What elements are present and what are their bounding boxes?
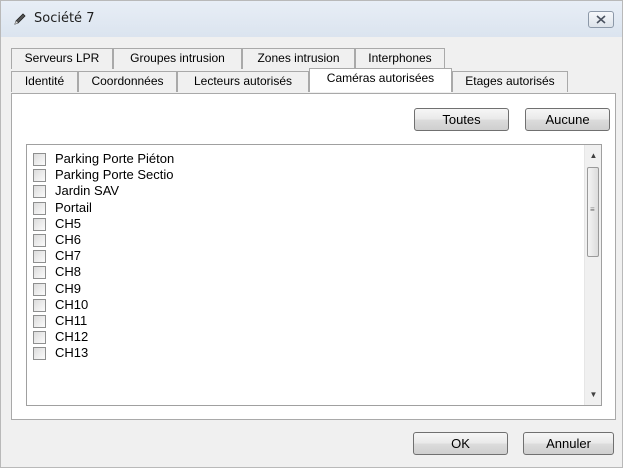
tab-label: Interphones [368, 51, 432, 65]
tab-label: Groupes intrusion [130, 51, 225, 65]
camera-checkbox[interactable] [33, 331, 46, 345]
tab-zones-intrusion[interactable]: Zones intrusion [242, 48, 355, 69]
close-button[interactable] [588, 11, 614, 28]
tab-label: Coordonnées [91, 74, 164, 88]
camera-list-item[interactable]: CH8 [27, 264, 587, 280]
window-title: Société 7 [34, 11, 95, 26]
grip-icon: ≡ [590, 205, 595, 214]
tab-label: Lecteurs autorisés [193, 74, 293, 88]
cameras-checklist[interactable]: Parking Porte Piéton Parking Porte Sectio… [26, 144, 602, 406]
tab-interphones[interactable]: Interphones [355, 48, 445, 69]
camera-checkbox[interactable] [33, 266, 46, 280]
camera-list-item[interactable]: CH12 [27, 329, 587, 345]
camera-list-item[interactable]: CH5 [27, 216, 587, 232]
camera-label: Parking Porte Piéton [55, 151, 175, 166]
camera-list-item[interactable]: Parking Porte Sectio [27, 167, 587, 183]
ok-button[interactable]: OK [413, 432, 508, 455]
vertical-scrollbar[interactable]: ▲ ≡ ▼ [584, 145, 601, 405]
camera-list-item[interactable]: CH10 [27, 297, 587, 313]
camera-label: CH8 [55, 264, 82, 280]
camera-label: CH9 [55, 280, 82, 296]
camera-checkbox[interactable] [33, 347, 46, 361]
tab-coordonnees[interactable]: Coordonnées [78, 71, 177, 92]
camera-list-item[interactable]: CH13 [27, 345, 587, 361]
tab-lecteurs-autorises[interactable]: Lecteurs autorisés [177, 71, 309, 92]
camera-list-item[interactable]: CH7 [27, 248, 587, 264]
select-all-button[interactable]: Toutes [414, 108, 509, 131]
camera-label: CH6 [55, 231, 82, 247]
camera-label: Parking Porte Sectio [55, 167, 174, 183]
camera-checkbox[interactable] [33, 282, 46, 296]
camera-label: CH12 [55, 329, 89, 345]
camera-label: CH13 [55, 345, 89, 361]
pencil-icon [13, 12, 27, 26]
camera-list-item[interactable]: CH9 [27, 281, 587, 297]
camera-checkbox[interactable] [33, 314, 46, 328]
camera-label: CH11 [55, 312, 88, 328]
tab-label: Caméras autorisées [326, 71, 435, 85]
societe-dialog: Société 7 Serveurs LPR Groupes intrusion… [0, 0, 623, 468]
camera-checkbox[interactable] [33, 185, 46, 199]
camera-label: Portail [55, 199, 92, 215]
tab-serveurs-lpr[interactable]: Serveurs LPR [11, 48, 113, 69]
scroll-down-arrow-icon[interactable]: ▼ [585, 386, 601, 403]
camera-label: CH7 [55, 248, 82, 264]
camera-label: CH5 [55, 215, 82, 231]
tab-identite[interactable]: Identité [11, 71, 78, 92]
scroll-up-arrow-icon[interactable]: ▲ [585, 147, 601, 164]
tab-groupes-intrusion[interactable]: Groupes intrusion [113, 48, 242, 69]
select-none-button[interactable]: Aucune [525, 108, 610, 131]
camera-checkbox[interactable] [33, 169, 46, 183]
tab-label: Etages autorisés [465, 74, 555, 88]
tab-label: Zones intrusion [257, 51, 340, 65]
camera-checkbox[interactable] [33, 217, 46, 231]
camera-checkbox[interactable] [33, 298, 46, 312]
camera-list-item[interactable]: CH11 [27, 313, 587, 329]
camera-list-item[interactable]: Parking Porte Piéton [27, 151, 587, 167]
tab-label: Serveurs LPR [24, 51, 100, 65]
tab-etages-autorises[interactable]: Etages autorisés [452, 71, 568, 92]
camera-list: Parking Porte Piéton Parking Porte Sectio… [27, 151, 587, 361]
cancel-button[interactable]: Annuler [523, 432, 614, 455]
camera-label: Jardin SAV [55, 183, 120, 199]
camera-checkbox[interactable] [33, 153, 46, 166]
camera-checkbox[interactable] [33, 201, 46, 215]
title-bar: Société 7 [1, 1, 622, 37]
tab-label: Identité [24, 74, 65, 88]
scroll-thumb[interactable]: ≡ [587, 167, 599, 257]
tab-cameras-autorisees[interactable]: Caméras autorisées [309, 68, 452, 92]
cameras-tab-panel: Toutes Aucune Parking Porte Piéton Parkin… [11, 93, 616, 420]
camera-list-item[interactable]: Portail [27, 200, 587, 216]
camera-list-item[interactable]: Jardin SAV [27, 183, 587, 199]
camera-checkbox[interactable] [33, 233, 46, 247]
camera-list-item[interactable]: CH6 [27, 232, 587, 248]
close-icon [596, 13, 606, 27]
camera-checkbox[interactable] [33, 250, 46, 264]
camera-label: CH10 [55, 296, 89, 312]
